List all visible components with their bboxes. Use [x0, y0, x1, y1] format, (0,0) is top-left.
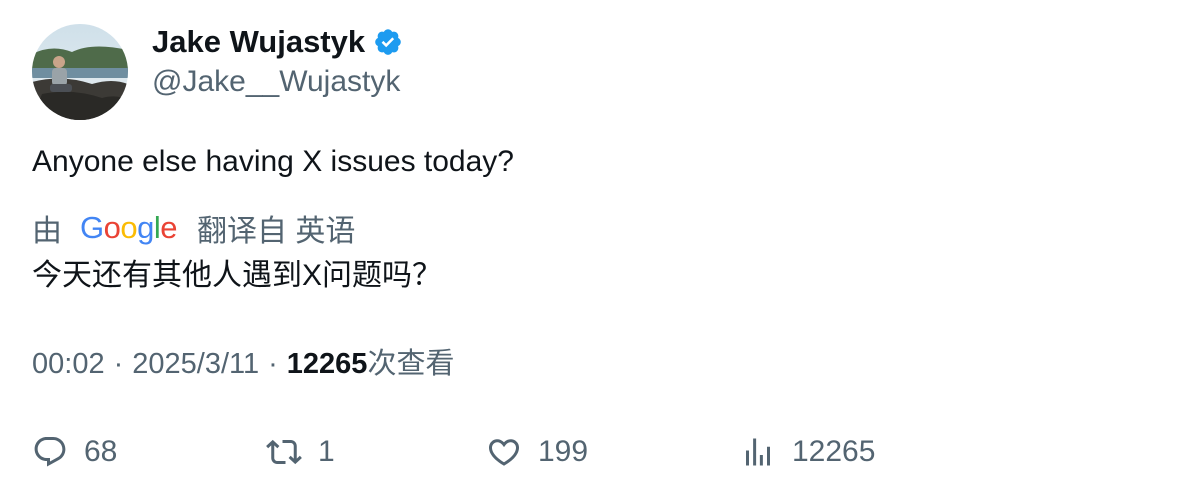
avatar[interactable] — [32, 24, 128, 120]
heart-icon — [488, 439, 520, 466]
display-name[interactable]: Jake Wujastyk — [152, 24, 365, 60]
verified-badge-icon[interactable] — [373, 27, 403, 57]
like-count: 199 — [538, 435, 589, 468]
translation-attribution: 由 Google 翻译自 英语 — [32, 206, 355, 250]
translated-by-label: 由 — [32, 215, 62, 248]
translated-from-label[interactable]: 翻译自 英语 — [197, 206, 355, 250]
translated-text: 今天还有其他人遇到X问题吗？ — [32, 259, 443, 292]
tweet-date[interactable]: 2025/3/11 — [132, 342, 259, 386]
like-button[interactable]: 199 — [486, 428, 588, 476]
author-names: Jake Wujastyk @Jake__Wujastyk — [152, 24, 403, 102]
reply-icon — [34, 437, 66, 467]
retweet-count: 1 — [318, 435, 335, 468]
meta-separator: · — [268, 348, 278, 380]
tweet-text: Anyone else having X issues today? — [32, 145, 514, 178]
tweet-meta: 00:02 · 2025/3/11 · 12265 次查看 — [32, 342, 454, 386]
meta-separator: · — [113, 348, 124, 380]
views-count: 12265 — [286, 348, 368, 380]
reply-count: 68 — [84, 435, 118, 468]
google-logo[interactable]: Google — [80, 210, 178, 246]
retweet-button[interactable]: 1 — [266, 428, 335, 476]
author-handle[interactable]: @Jake__Wujastyk — [152, 62, 403, 102]
retweet-icon — [266, 439, 302, 465]
tweet-time[interactable]: 00:02 — [32, 342, 105, 386]
tweet-header: Jake Wujastyk @Jake__Wujastyk — [32, 24, 403, 120]
reply-button[interactable]: 68 — [32, 428, 117, 476]
views-label: 次查看 — [367, 348, 455, 380]
views-action-count: 12265 — [792, 435, 876, 468]
views-button[interactable]: 12265 — [740, 428, 875, 476]
display-name-row: Jake Wujastyk — [152, 24, 403, 60]
analytics-icon — [746, 438, 770, 466]
tweet-actions: 68 1 199 12265 — [32, 428, 1162, 476]
